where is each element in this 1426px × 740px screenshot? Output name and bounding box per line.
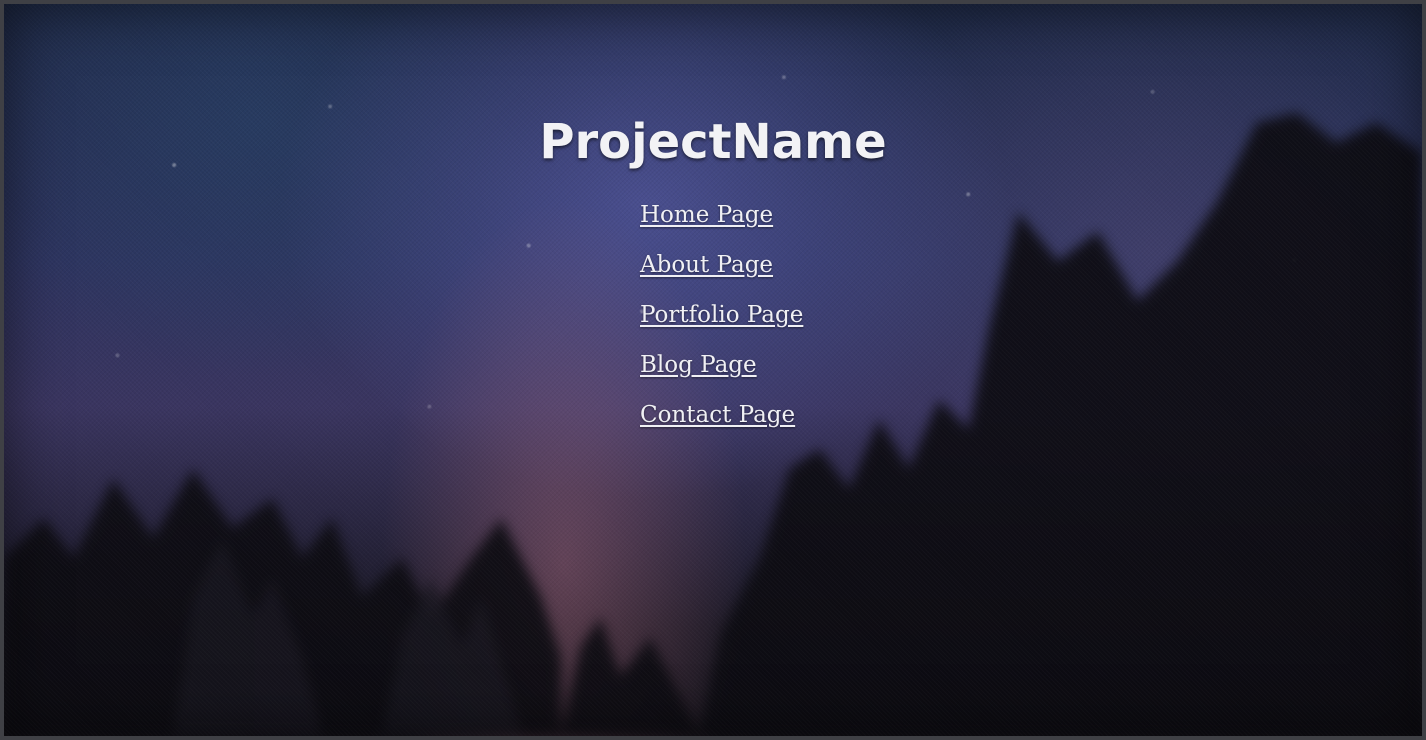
nav-link-about[interactable]: About Page <box>640 252 773 278</box>
page-frame: ProjectName Home Page About Page Portfol… <box>0 0 1426 740</box>
nav-item-blog: Blog Page <box>640 352 1422 402</box>
nav-item-about: About Page <box>640 252 1422 302</box>
nav-link-contact[interactable]: Contact Page <box>640 402 795 428</box>
nav-menu: Home Page About Page Portfolio Page Blog… <box>640 202 1422 452</box>
page-title: ProjectName <box>539 114 887 170</box>
nav-item-contact: Contact Page <box>640 402 1422 452</box>
nav-link-home[interactable]: Home Page <box>640 202 773 228</box>
nav-link-blog[interactable]: Blog Page <box>640 352 757 378</box>
nav-item-home: Home Page <box>640 202 1422 252</box>
nav-item-portfolio: Portfolio Page <box>640 302 1422 352</box>
nav-link-portfolio[interactable]: Portfolio Page <box>640 302 803 328</box>
main-content: ProjectName Home Page About Page Portfol… <box>4 4 1422 452</box>
